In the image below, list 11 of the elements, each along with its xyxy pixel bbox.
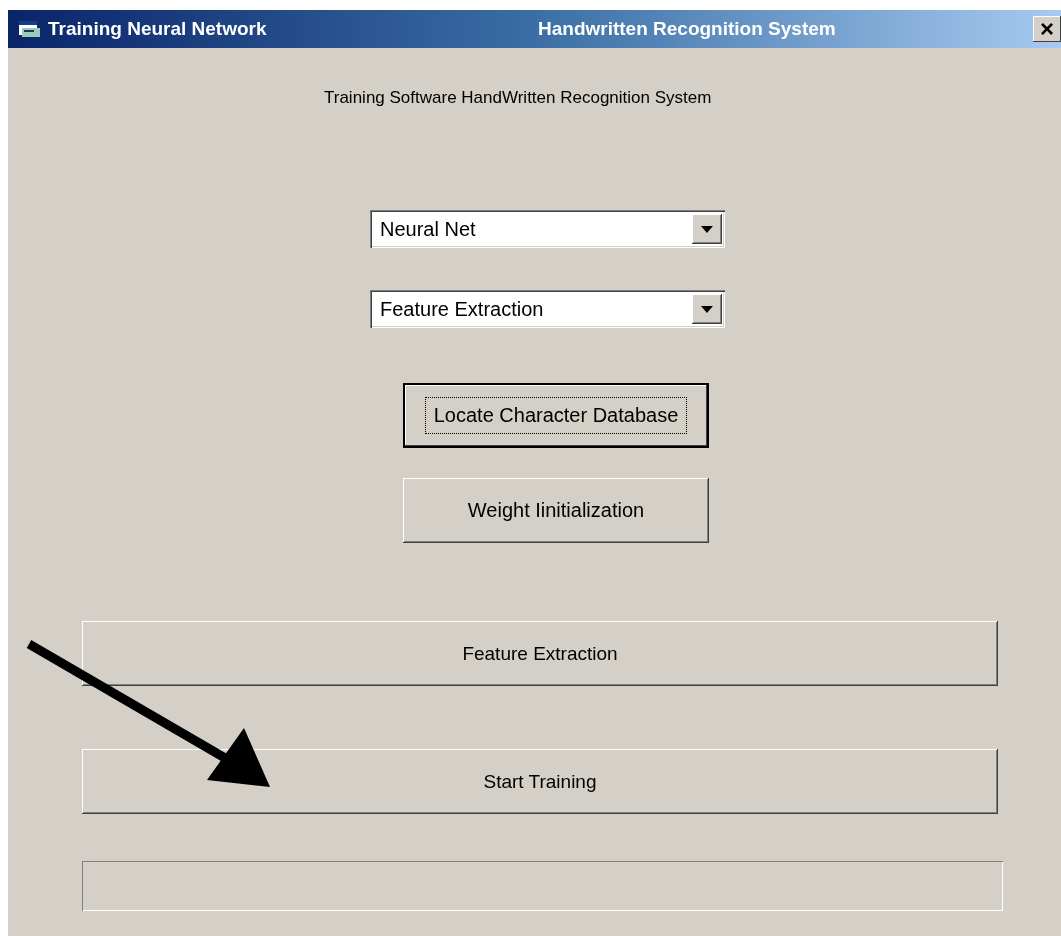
- close-button[interactable]: ×: [1033, 16, 1061, 42]
- action-button[interactable]: Feature Extraction: [82, 621, 998, 686]
- action-button[interactable]: Locate Character Database: [403, 383, 709, 448]
- heading-text: Training Software HandWritten Recognition System: [324, 88, 712, 108]
- dropdown[interactable]: Neural Net: [370, 210, 725, 248]
- window-subtitle: Handwritten Recognition System: [538, 18, 837, 40]
- dropdown[interactable]: Feature Extraction: [370, 290, 725, 328]
- app-icon: [18, 20, 40, 38]
- action-button[interactable]: Start Training: [82, 749, 998, 814]
- action-button[interactable]: Weight Iinitialization: [403, 478, 709, 543]
- window-title: Training Neural Network: [48, 18, 268, 40]
